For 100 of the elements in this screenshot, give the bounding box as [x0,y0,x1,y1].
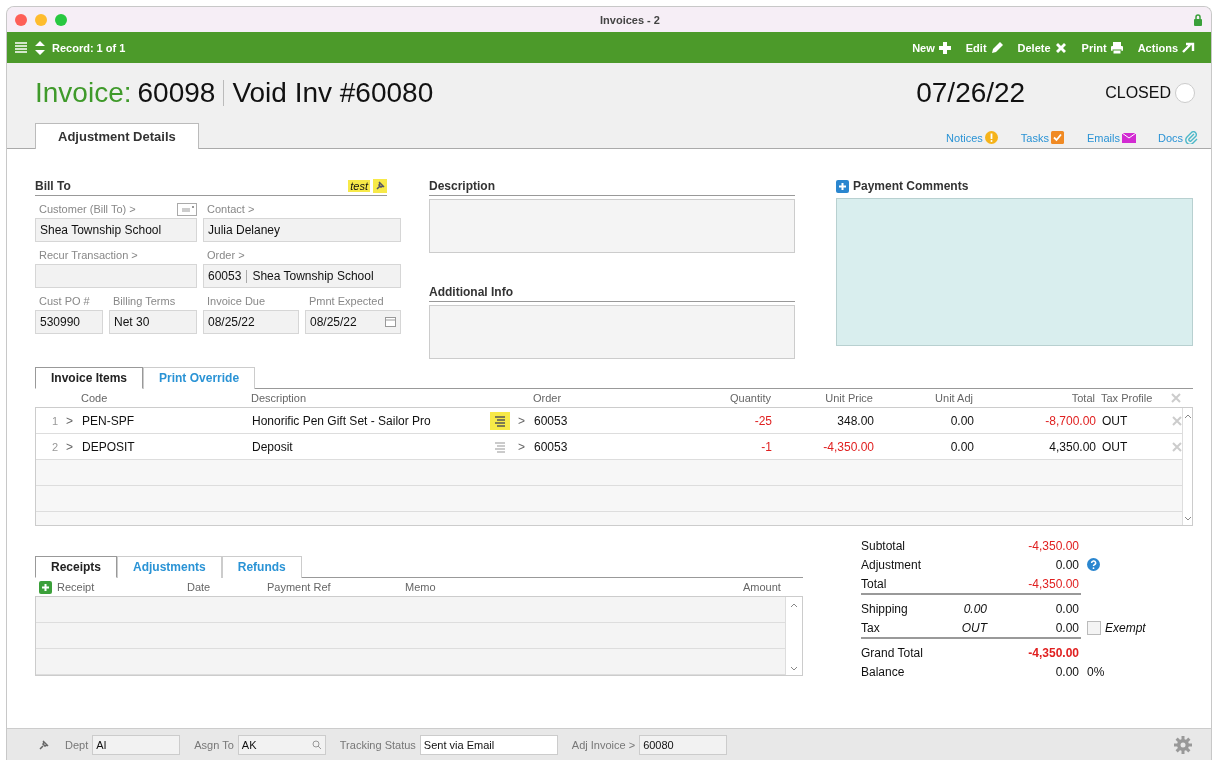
section-title: Additional Info [429,285,513,299]
table-cell-text: 60053 [534,413,569,428]
total-value: 0.00 [1054,601,1079,616]
field-label: Asgn To [194,739,234,751]
field-label: Contact > [206,203,255,215]
alert-icon [984,131,999,144]
table-cell-text: 60053 [534,439,569,454]
delete-icon [1171,393,1181,403]
settings-icon [1173,735,1193,755]
invoice-label: Invoice: [35,77,132,109]
table-cell-text: -8,700.00 [1044,413,1096,428]
window-control-icon [55,13,67,26]
table-cell-text: OUT [1101,439,1129,454]
toolbar-button[interactable]: Actions [1133,38,1199,57]
toolbar-button[interactable]: Print [1077,38,1128,57]
comments-area[interactable] [836,198,1193,346]
total-label: Subtotal [861,538,907,553]
tab[interactable]: Refunds [221,556,302,578]
field-label: Cust PO # [38,295,90,307]
expand-toggle[interactable]: > [518,439,534,454]
column-header: Tax Profile [1100,392,1154,404]
scroll-down-icon [1183,516,1192,521]
total-cell-text: 0.00 [962,601,987,616]
input-field[interactable] [35,264,197,288]
table-cell-text: DEPOSIT [82,439,136,454]
table-cell-text: 0.00 [949,413,974,428]
text-area[interactable] [429,305,795,359]
input-field[interactable]: Shea Township School [35,218,197,242]
total-label: Balance [861,664,906,679]
paperclip-icon [1185,131,1199,144]
delete-icon [1172,441,1182,452]
toolbar-button[interactable]: New [908,38,956,57]
section-title: Payment Comments [853,179,969,193]
note-tag: test [348,180,370,192]
arrow-icon [1181,40,1195,55]
expand-toggle[interactable]: > [66,439,82,454]
column-header: Receipt [56,581,96,593]
input-field[interactable]: Sent via Email [419,735,558,755]
percent-value: 0% [1087,664,1105,679]
expand-toggle[interactable]: > [518,413,534,428]
tab[interactable]: Print Override [143,367,256,389]
table-cell-text: PEN-SPF [82,413,135,428]
input-field[interactable]: Net 30 [109,310,197,334]
column-header: Order [533,392,563,404]
field-label: Recur Transaction > [38,249,138,261]
exempt-checkbox[interactable] [1087,620,1101,635]
table-cell-text: 348.00 [836,413,874,428]
input-field[interactable]: Julia Delaney [203,218,401,242]
table-cell-text: 4,350.00 [1048,439,1096,454]
scroll-down-icon [790,666,798,671]
add-icon [39,580,52,594]
section-title: Description [429,179,495,193]
input-field[interactable]: AI [92,735,181,755]
input-field[interactable]: 60080 [639,735,728,755]
void-reference: Void Inv #60080 [232,77,434,109]
table-cell-text: -1 [760,439,772,454]
checkbox-icon [1050,131,1065,144]
column-header: Amount [743,581,782,593]
record-counter: Record: 1 of 1 [52,41,126,54]
field-label: Adj Invoice > [571,739,636,751]
status-radio[interactable] [1175,83,1195,103]
invoice-date: 07/26/22 [916,77,1026,109]
total-label: Tax [861,620,881,635]
window-control-icon [15,13,27,26]
field-label: Order > [206,249,245,261]
text-area[interactable] [429,199,795,253]
column-header: Quantity [729,392,771,404]
total-value: 0.00 [1054,620,1079,635]
input-field[interactable]: 530990 [35,310,103,334]
toolbar-button[interactable]: Edit [961,38,1008,57]
column-header: Payment Ref [267,581,332,593]
field-label: Dept [65,739,89,751]
total-label: Total [861,576,888,591]
window-control-icon [35,13,47,26]
total-label: Grand Total [861,645,924,660]
tab[interactable]: Adjustments [117,556,222,578]
status-label: CLOSED [1105,84,1171,102]
table-cell-text: Deposit [252,439,294,454]
total-value: -4,350.00 [1027,538,1079,553]
envelope-icon [1121,131,1136,144]
line-number: 1 [50,414,59,427]
total-cell-text: OUT [960,620,987,635]
table-cell-text: Honorific Pen Gift Set - Sailor Pro [252,413,432,428]
toolbar-button[interactable]: Delete [1013,38,1072,57]
checkbox-label: Exempt [1105,620,1146,635]
tab[interactable]: Adjustment Details [35,123,199,149]
plus-icon [937,40,952,55]
tab[interactable]: Invoice Items [35,367,144,389]
input-field[interactable]: 08/25/22 [305,310,401,334]
expand-toggle[interactable]: > [66,413,82,428]
printer-icon [1109,40,1124,55]
column-header: Total [1070,392,1095,404]
input-field[interactable]: AK [237,735,326,755]
invoice-number: 60098 [137,77,216,109]
up-down-icon [34,39,46,56]
input-field[interactable]: 60053 Shea Township School [203,264,401,288]
field-label: Customer (Bill To) > [38,203,136,215]
table-cell-text: -25 [753,413,772,428]
input-field[interactable]: 08/25/22 [203,310,299,334]
tab[interactable]: Receipts [35,556,118,578]
